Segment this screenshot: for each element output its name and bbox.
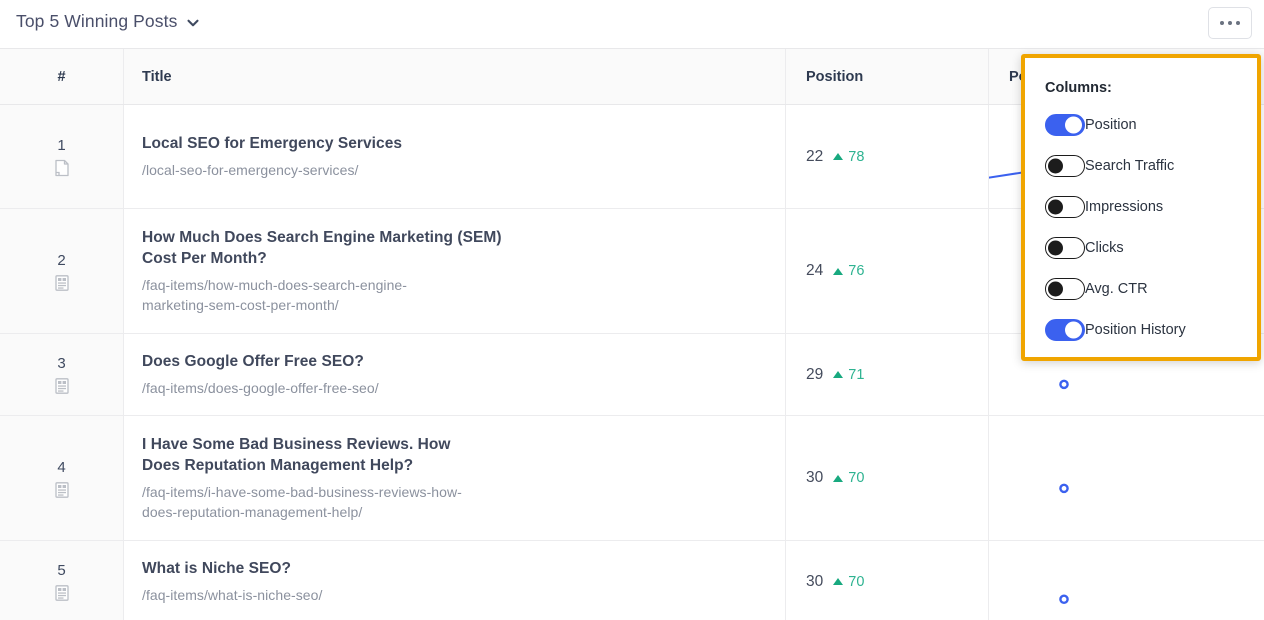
position-cell: 24 76: [786, 209, 989, 333]
post-url-link[interactable]: /faq-items/how-much-does-search-engine-m…: [142, 275, 472, 316]
table-row[interactable]: 4 I Have Some Bad Business Reviews. How …: [0, 416, 1264, 541]
triangle-up-icon: [833, 267, 844, 275]
toggle-switch[interactable]: [1045, 319, 1085, 341]
post-url-link[interactable]: /faq-items/does-google-offer-free-seo/: [142, 378, 767, 398]
position-cell: 30 70: [786, 541, 989, 620]
position-cell: 22 78: [786, 105, 989, 208]
toggle-knob: [1048, 281, 1063, 297]
column-toggle-position[interactable]: Position: [1045, 112, 1257, 138]
article-icon: [54, 377, 70, 395]
column-toggle-label: Position: [1085, 117, 1137, 133]
position-cell: 30 70: [786, 416, 989, 540]
toggle-knob: [1048, 240, 1063, 256]
position-cell: 29 71: [786, 334, 989, 415]
delta-value: 76: [848, 263, 865, 279]
rank-number: 5: [57, 562, 66, 579]
column-header-position[interactable]: Position: [786, 49, 989, 104]
widget-header: Top 5 Winning Posts: [0, 0, 1264, 48]
rank-cell: 1: [0, 105, 124, 208]
delta-value: 71: [848, 366, 865, 383]
column-toggle-label: Impressions: [1085, 199, 1164, 215]
title-cell: How Much Does Search Engine Marketing (S…: [124, 209, 786, 333]
toggle-switch[interactable]: [1045, 278, 1085, 300]
position-history-cell[interactable]: [989, 541, 1264, 620]
rank-cell: 2: [0, 209, 124, 333]
rank-cell: 5: [0, 541, 124, 620]
title-cell: Local SEO for Emergency Services /local-…: [124, 105, 786, 208]
triangle-up-icon: [833, 153, 844, 160]
title-cell: What is Niche SEO? /faq-items/what-is-ni…: [124, 541, 786, 620]
table-row[interactable]: 5 What is Niche SEO? /faq-items/what-is-…: [0, 541, 1264, 620]
column-header-title[interactable]: Title: [124, 49, 786, 104]
column-toggle-label: Clicks: [1085, 240, 1124, 256]
post-url-link[interactable]: /local-seo-for-emergency-services/: [142, 160, 767, 180]
sparkline-chart: [1059, 483, 1069, 494]
position-value: 22: [806, 147, 824, 165]
toggle-knob: [1065, 321, 1082, 339]
widget-title-dropdown[interactable]: Top 5 Winning Posts: [16, 11, 200, 32]
column-toggle-label: Position History: [1085, 322, 1186, 338]
column-toggle-label: Avg. CTR: [1085, 281, 1148, 297]
article-icon: [54, 584, 70, 602]
rank-cell: 3: [0, 334, 124, 415]
position-value: 30: [806, 469, 824, 486]
toggle-knob: [1048, 158, 1063, 174]
post-title-link[interactable]: How Much Does Search Engine Marketing (S…: [142, 227, 502, 270]
column-toggle-label: Search Traffic: [1085, 158, 1175, 174]
position-value: 24: [806, 262, 824, 279]
delta-value: 78: [848, 148, 865, 165]
sparkline-chart: [1059, 594, 1069, 605]
article-icon: [54, 481, 70, 499]
rank-number: 1: [57, 137, 66, 154]
triangle-up-icon: [833, 474, 844, 482]
column-toggle-impressions[interactable]: Impressions: [1045, 194, 1257, 220]
toggle-switch[interactable]: [1045, 114, 1085, 136]
toggle-switch[interactable]: [1045, 237, 1085, 259]
delta-value: 70: [848, 470, 865, 486]
chevron-down-icon[interactable]: [186, 16, 200, 30]
widget-menu-button[interactable]: [1208, 7, 1252, 39]
post-url-link[interactable]: /faq-items/what-is-niche-seo/: [142, 585, 767, 605]
toggle-switch[interactable]: [1045, 196, 1085, 218]
page-icon: [54, 159, 70, 177]
rank-number: 4: [57, 458, 66, 476]
triangle-up-icon: [833, 578, 844, 585]
position-delta: 71: [833, 367, 864, 383]
delta-value: 70: [848, 573, 865, 590]
ellipsis-icon: [1220, 21, 1224, 25]
title-cell: Does Google Offer Free SEO? /faq-items/d…: [124, 334, 786, 415]
rank-number: 2: [57, 251, 66, 269]
post-url-link[interactable]: /faq-items/i-have-some-bad-business-revi…: [142, 482, 492, 523]
column-toggle-avg-ctr[interactable]: Avg. CTR: [1045, 276, 1257, 302]
columns-panel-label: Columns:: [1045, 80, 1112, 96]
column-toggle-clicks[interactable]: Clicks: [1045, 235, 1257, 261]
page-title: Top 5 Winning Posts: [16, 11, 178, 31]
column-toggle-search-traffic[interactable]: Search Traffic: [1045, 153, 1257, 179]
post-title-link[interactable]: Local SEO for Emergency Services: [142, 133, 767, 154]
triangle-up-icon: [833, 371, 844, 378]
ellipsis-icon: [1236, 21, 1240, 25]
position-delta: 70: [833, 470, 864, 486]
position-history-cell[interactable]: [989, 416, 1264, 540]
position-delta: 70: [833, 574, 864, 590]
title-cell: I Have Some Bad Business Reviews. How Do…: [124, 416, 786, 540]
position-delta: 78: [833, 149, 864, 165]
toggle-switch[interactable]: [1045, 155, 1085, 177]
toggle-knob: [1048, 199, 1063, 215]
column-header-rank[interactable]: #: [0, 49, 124, 104]
post-title-link[interactable]: I Have Some Bad Business Reviews. How Do…: [142, 434, 487, 477]
winning-posts-widget: Top 5 Winning Posts # Title Position Po …: [0, 0, 1264, 620]
position-value: 30: [806, 572, 824, 590]
position-delta: 76: [833, 263, 864, 279]
columns-dropdown-panel: Columns: Position Search Traffic Impress…: [1021, 54, 1261, 361]
position-value: 29: [806, 365, 824, 383]
ellipsis-icon: [1228, 21, 1232, 25]
rank-cell: 4: [0, 416, 124, 540]
post-title-link[interactable]: Does Google Offer Free SEO?: [142, 351, 767, 372]
rank-number: 3: [57, 355, 66, 372]
article-icon: [54, 274, 70, 292]
post-title-link[interactable]: What is Niche SEO?: [142, 558, 767, 579]
column-toggle-position-history[interactable]: Position History: [1045, 317, 1257, 343]
toggle-knob: [1065, 116, 1082, 134]
